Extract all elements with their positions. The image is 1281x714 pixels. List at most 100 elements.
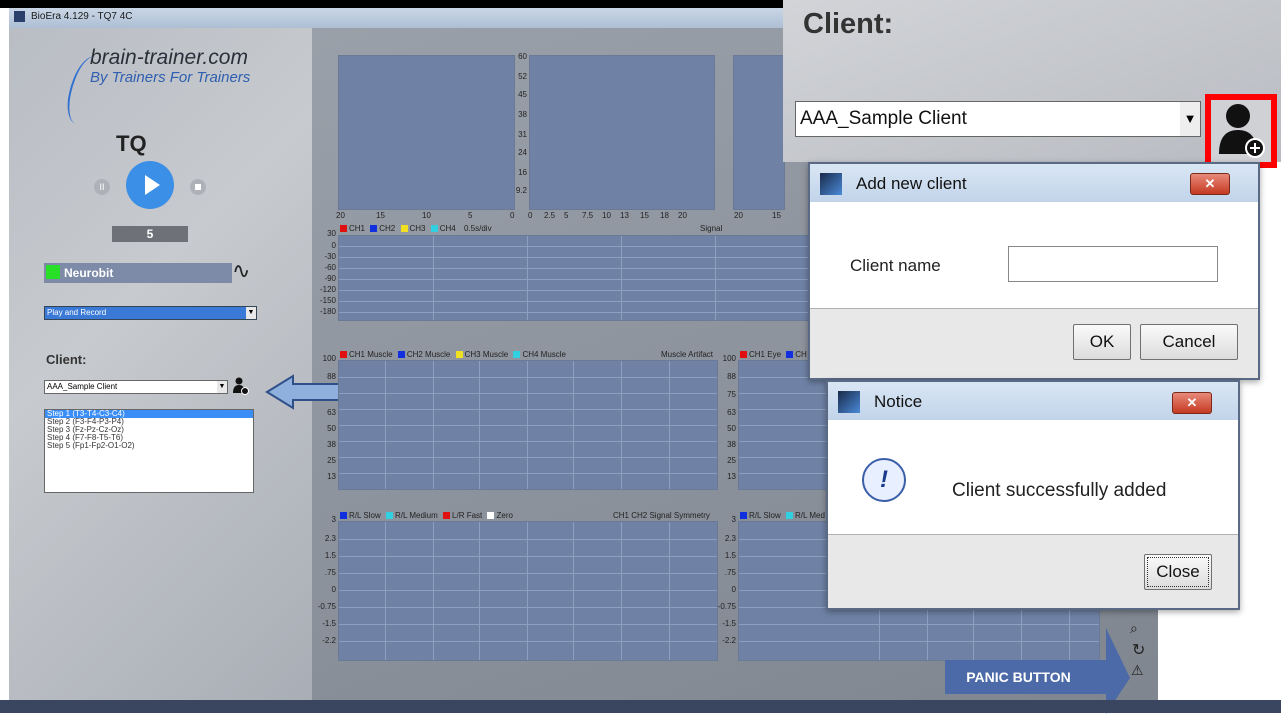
legend-swatch [740, 512, 747, 519]
legend-label: 0.5s/div [464, 224, 492, 233]
legend-label: CH1 [349, 224, 366, 233]
tick-label: 2.3 [724, 534, 736, 543]
reset-icon[interactable]: ↻ [1132, 640, 1145, 660]
tick-label: -90 [324, 274, 336, 283]
client-name-input[interactable] [1008, 246, 1218, 282]
legend-label: CH1 Muscle [349, 350, 393, 359]
legend-label: CH [795, 350, 807, 359]
tick-label: 60 [518, 52, 527, 61]
signal-legend: CH1 CH2 CH3 CH4 0.5s/div [340, 224, 492, 233]
bar-ticks: 60 52 45 38 31 24 16 9.2 [513, 52, 529, 212]
legend-label: R/L Medium [394, 511, 438, 520]
legend-swatch [513, 351, 521, 358]
list-item[interactable]: Step 5 (Fp1-Fp2-O1-O2) [45, 442, 253, 450]
session-counter: 5 [112, 226, 188, 242]
warning-icon[interactable]: ⚠ [1131, 662, 1144, 679]
legend-swatch [340, 351, 347, 358]
tick-label: 45 [518, 90, 527, 99]
tick-label: 0 [510, 211, 515, 220]
bar-chart-left [338, 55, 515, 210]
top-x-axis: 20 15 10 5 0 0 2.5 5 7.5 10 13 15 18 20 … [336, 211, 786, 221]
protocol-name: TQ [116, 131, 147, 156]
legend-label: CH2 [379, 224, 396, 233]
tick-label: 88 [727, 372, 736, 381]
tick-label: 0 [331, 585, 336, 594]
ok-button[interactable]: OK [1073, 324, 1131, 360]
eye-legend: CH1 Eye CH [740, 350, 807, 359]
tick-label: -2.2 [722, 636, 736, 645]
app-icon [838, 391, 860, 413]
legend-label: CH4 Muscle [522, 350, 567, 359]
close-icon[interactable]: ✕ [1172, 392, 1212, 414]
legend-swatch [370, 225, 378, 232]
client-zoom-value: AAA_Sample Client [800, 108, 967, 129]
mode-select[interactable]: Play and Record ▼ [44, 306, 257, 320]
tick-label: -180 [319, 307, 336, 316]
tick-label: .75 [324, 568, 336, 577]
dialog-title: Add new client [856, 174, 967, 193]
dialog-body: ! Client successfully added [828, 420, 1238, 534]
tick-label: 75 [727, 390, 736, 399]
cancel-button[interactable]: Cancel [1140, 324, 1238, 360]
add-client-icon[interactable] [233, 377, 249, 395]
chevron-down-icon: ▼ [246, 307, 256, 319]
tick-label: 16 [518, 168, 527, 177]
tick-label: 5 [564, 211, 569, 220]
tick-label: 10 [422, 211, 431, 220]
play-button[interactable] [126, 161, 174, 209]
tick-label: 3 [731, 515, 736, 524]
tick-label: 1.5 [324, 551, 336, 560]
divider [810, 308, 1258, 309]
symmetry-legend: R/L Slow R/L Medium L/R Fast Zero [340, 511, 513, 520]
tick-label: 25 [327, 456, 336, 465]
tick-label: 50 [727, 424, 736, 433]
spectrum-chart [529, 55, 715, 210]
close-icon[interactable]: ✕ [1190, 173, 1230, 195]
dialog-titlebar: Notice ✕ [828, 382, 1238, 420]
tick-label: 5 [468, 211, 473, 220]
legend-label: Zero [496, 511, 513, 520]
bar-chart-right [733, 55, 785, 210]
tick-label: 30 [327, 229, 336, 238]
tick-label: 2.3 [324, 534, 336, 543]
tick-label: 52 [518, 72, 527, 81]
add-client-highlight[interactable] [1205, 94, 1277, 168]
tick-label: 25 [727, 456, 736, 465]
tick-label: 20 [678, 211, 687, 220]
legend-swatch [430, 225, 438, 232]
add-client-icon[interactable] [1219, 102, 1265, 160]
tick-label: 20 [734, 211, 743, 220]
tick-label: 13 [620, 211, 629, 220]
legend-swatch [385, 512, 393, 519]
notice-dialog: Notice ✕ ! Client successfully added Clo… [826, 380, 1240, 610]
tick-label: 100 [322, 354, 336, 363]
tick-label: -120 [319, 285, 336, 294]
tick-label: -0.75 [317, 602, 336, 611]
symmetry2-legend: R/L Slow R/L Med [740, 511, 825, 520]
tick-label: 3 [331, 515, 336, 524]
dialog-title: Notice [874, 392, 923, 411]
client-select[interactable]: AAA_Sample Client ▼ [44, 380, 228, 394]
legend-label: CH1 Eye [749, 350, 782, 359]
muscle-legend: CH1 Muscle CH2 Muscle CH3 Muscle CH4 Mus… [340, 350, 566, 359]
close-button[interactable]: Close [1144, 554, 1212, 590]
stop-button[interactable] [190, 179, 206, 195]
tick-label: 63 [727, 408, 736, 417]
tick-label: 88 [327, 372, 336, 381]
tick-label: 15 [640, 211, 649, 220]
pause-button[interactable]: II [94, 179, 110, 195]
signal-wave-icon[interactable]: ∿ [232, 258, 250, 284]
chevron-down-icon: ▼ [1180, 102, 1200, 136]
legend-label: R/L Slow [349, 511, 381, 520]
tick-label: 63 [327, 408, 336, 417]
tick-label: -0.75 [717, 602, 736, 611]
client-zoom-select[interactable]: AAA_Sample Client ▼ [795, 101, 1201, 137]
legend-swatch [397, 351, 405, 358]
logo-tagline: By Trainers For Trainers [90, 69, 251, 86]
tick-label: 13 [727, 472, 736, 481]
steps-list[interactable]: Step 1 (T3-T4-C3-C4) Step 2 (F3-F4-P3-P4… [44, 409, 254, 493]
logo-text: brain-trainer.com [90, 46, 248, 69]
tick-label: 10 [602, 211, 611, 220]
tick-label: 24 [518, 148, 527, 157]
tick-label: 2.5 [544, 211, 556, 220]
